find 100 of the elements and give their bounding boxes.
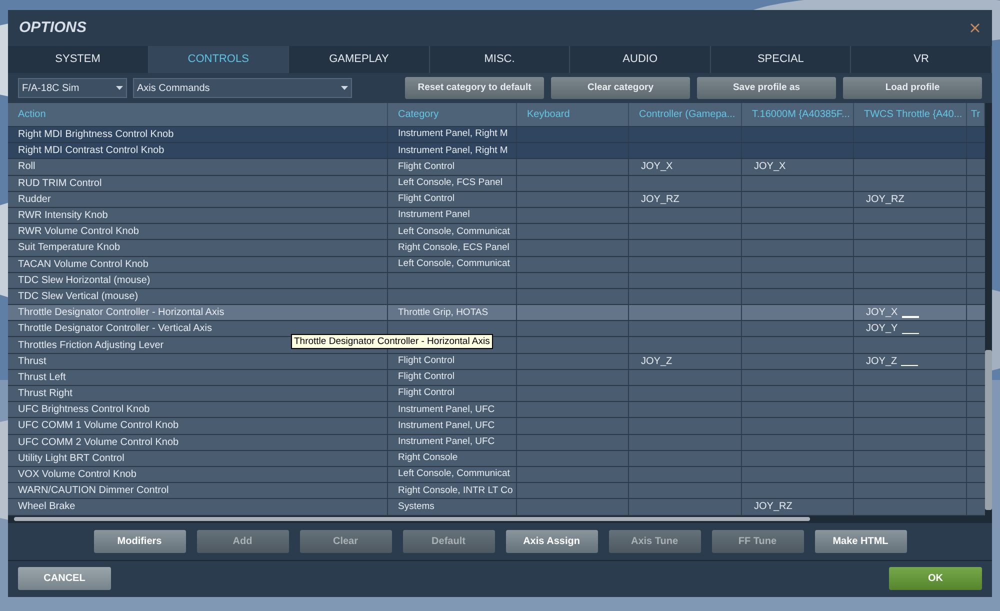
table-cell-text: RUD TRIM Control <box>18 176 102 191</box>
column-header[interactable]: Controller (Gamepa... <box>639 107 736 122</box>
table-cell: Instrument Panel, Right M <box>398 144 508 158</box>
table-cell: Left Console, FCS Panel <box>398 176 503 190</box>
column-header[interactable]: Category <box>398 107 439 122</box>
caret-icon <box>341 86 348 90</box>
table-cell-text: UFC Brightness Control Knob <box>18 403 150 418</box>
table-cell-text: Utility Light BRT Control <box>18 452 124 466</box>
table-cell-text: RWR Intensity Knob <box>18 209 108 224</box>
table-row[interactable]: RWR Intensity Knob Instrument Panel <box>8 208 985 224</box>
table-row[interactable]: RWR Volume Control Knob Left Console, Communicat <box>8 224 985 240</box>
table-cell-text: Throttle Designator Controller - Vertical Axis <box>18 322 212 336</box>
column-header[interactable]: T.16000M {A40385F... <box>752 107 850 122</box>
table-cell-text: WARN/CAUTION Dimmer Control <box>18 484 169 498</box>
table-cell-text: Throttle Designator Controller - Horizontal Axis <box>18 306 224 320</box>
tab[interactable]: VR <box>851 46 992 73</box>
tooltip: Throttle Designator Controller - Horizontal Axis <box>291 334 493 349</box>
table-cell-text: JOY_Z <box>866 354 898 369</box>
toolbar-button[interactable]: Load profile <box>843 77 982 99</box>
table-cell-text: Systems <box>398 500 434 514</box>
table-cell-text: Thrust <box>18 354 46 369</box>
action-button[interactable]: Modifiers <box>94 530 186 552</box>
table-cell-text: JOY_Y <box>866 322 898 336</box>
table-cell-text: JOY_X <box>754 160 786 174</box>
table-cell: Instrument Panel, UFC <box>398 402 495 417</box>
toolbar-button[interactable]: Clear category <box>551 77 690 99</box>
caret-icon <box>116 86 123 90</box>
table-row[interactable]: Roll Flight Control JOY_X JOY_X <box>8 159 985 176</box>
cancel-button[interactable]: CANCEL <box>18 567 111 590</box>
table-row[interactable]: Utility Light BRT Control Right Console <box>8 450 985 467</box>
table-row[interactable]: Thrust Right Flight Control <box>8 386 985 402</box>
table-cell: Instrument Panel, UFC <box>398 435 495 450</box>
table-cell-text: Left Console, Communicat <box>398 256 510 271</box>
toolbar-button[interactable]: Save profile as <box>697 77 836 99</box>
tab[interactable]: CONTROLS <box>148 46 290 73</box>
action-button[interactable]: Make HTML <box>814 530 906 552</box>
table-row[interactable]: VOX Volume Control Knob Left Console, Communicat <box>8 466 985 484</box>
table-row[interactable]: TDC Slew Horizontal (mouse) <box>8 272 985 289</box>
column-header[interactable]: Keyboard <box>527 107 570 122</box>
column-header[interactable]: Tr <box>971 107 980 122</box>
table-cell-text: JOY_X <box>866 306 898 320</box>
table-cell: Right Console, INTR LT Co <box>398 484 513 498</box>
table-cell-text: VOX Volume Control Knob <box>18 468 136 482</box>
table-row[interactable]: Wheel Brake Systems JOY_RZ <box>8 499 985 516</box>
table-cell-text: Wheel Brake <box>18 500 76 514</box>
table-row[interactable]: UFC COMM 2 Volume Control Knob Instrument Panel, UFC <box>8 434 985 451</box>
table-cell-text: Right MDI Brightness Control Knob <box>18 128 174 142</box>
tab[interactable]: GAMEPLAY <box>289 46 430 73</box>
table-cell-text: RWR Volume Control Knob <box>18 225 139 240</box>
table-cell-text: TACAN Volume Control Knob <box>18 258 148 272</box>
column-header[interactable]: Action <box>18 107 46 122</box>
dropdown[interactable]: Axis Commands <box>133 78 352 98</box>
table-cell-text: Right Console, ECS Panel <box>398 240 510 255</box>
tab[interactable]: AUDIO <box>570 46 711 73</box>
table-cell-text: Thrust Left <box>18 370 66 385</box>
table-cell: Flight Control <box>398 354 454 368</box>
table-cell-text: JOY_X <box>641 160 673 174</box>
table-cell: Throttle Grip, HOTAS <box>398 306 488 320</box>
table-row[interactable]: Right MDI Brightness Control Knob Instrument Panel, Right M <box>8 127 985 144</box>
table-cell: Right Console <box>398 451 458 466</box>
table-row[interactable]: Suit Temperature Knob Right Console, ECS Panel <box>8 240 985 256</box>
table-cell-text: Instrument Panel <box>398 208 470 222</box>
table-cell-text: Throttles Friction Adjusting Lever <box>18 338 164 353</box>
table-row[interactable]: Throttle Designator Controller - Horizontal Axis Throttle Grip, HOTAS JOY_X <box>8 305 985 322</box>
column-header[interactable]: TWCS Throttle {A40... <box>864 107 962 122</box>
tab[interactable]: SYSTEM <box>8 46 149 73</box>
table-cell-text: JOY_Z <box>641 354 672 369</box>
table-row[interactable]: Thrust Left Flight Control <box>8 370 985 386</box>
table-row[interactable]: WARN/CAUTION Dimmer Control Right Console, INTR LT Co <box>8 483 985 500</box>
dropdown[interactable]: F/A-18C Sim <box>18 78 127 98</box>
close-icon[interactable] <box>969 22 981 34</box>
table-cell: Left Console, Communicat <box>398 224 510 239</box>
table-row[interactable]: UFC Brightness Control Knob Instrument Panel, UFC <box>8 402 985 418</box>
tab[interactable]: MISC. <box>430 46 570 73</box>
table-cell-text: JOY_RZ <box>866 192 904 207</box>
table-row[interactable]: RUD TRIM Control Left Console, FCS Panel <box>8 176 985 192</box>
table-cell-text: Suit Temperature Knob <box>18 241 120 256</box>
table-cell: Flight Control <box>398 192 454 206</box>
action-button[interactable]: Axis Assign <box>506 530 598 552</box>
window-title: OPTIONS <box>19 18 87 38</box>
table-row[interactable]: Rudder Flight Control JOY_RZ JOY_RZ <box>8 192 985 208</box>
table-row[interactable]: TDC Slew Vertical (mouse) <box>8 288 985 306</box>
table-row[interactable]: TACAN Volume Control Knob Left Console, Communicat <box>8 256 985 273</box>
table-cell-text: Left Console, Communicat <box>398 467 510 482</box>
vertical-scrollbar[interactable] <box>985 103 992 516</box>
tab[interactable]: SPECIAL <box>710 46 852 73</box>
table-row[interactable]: Right MDI Contrast Control Knob Instrument Panel, Right M <box>8 143 985 160</box>
table-cell-text: Flight Control <box>398 386 454 400</box>
table-cell-text: Right MDI Contrast Control Knob <box>18 144 164 158</box>
ok-button[interactable]: OK <box>889 567 982 590</box>
table-cell-text: Instrument Panel, UFC <box>398 418 495 433</box>
table-row[interactable]: UFC COMM 1 Volume Control Knob Instrument Panel, UFC <box>8 418 985 435</box>
table-cell-text: Flight Control <box>398 160 454 174</box>
table-cell-text: TDC Slew Horizontal (mouse) <box>18 274 150 288</box>
toolbar-button[interactable]: Reset category to default <box>405 77 544 99</box>
table-cell-text: TDC Slew Vertical (mouse) <box>18 290 138 304</box>
table-row[interactable]: Thrust Flight Control JOY_Z JOY_Z <box>8 354 985 370</box>
table-row[interactable]: Throttle Designator Controller - Vertical Axis JOY_Y <box>8 321 985 338</box>
table-cell-text: UFC COMM 2 Volume Control Knob <box>18 436 179 450</box>
table-cell-text: UFC COMM 1 Volume Control Knob <box>18 419 179 434</box>
